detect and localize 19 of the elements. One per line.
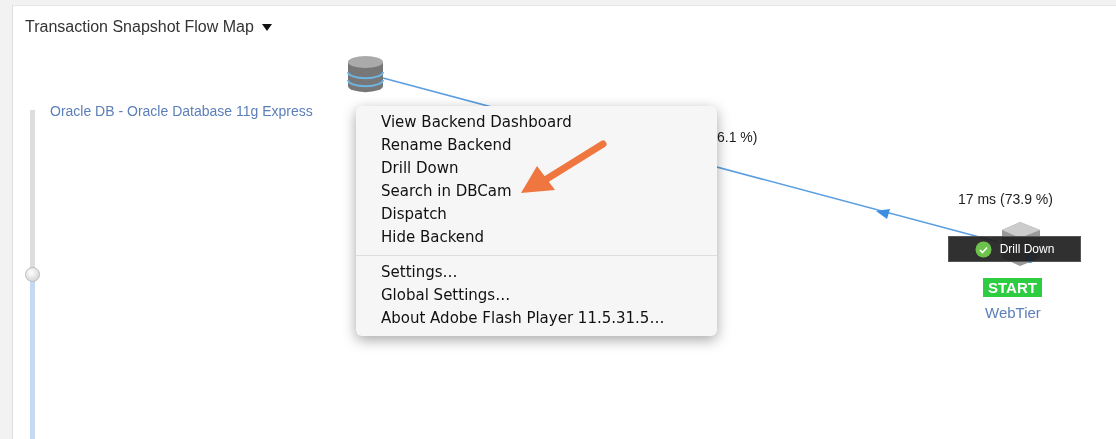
backend-label[interactable]: Oracle DB - Oracle Database 11g Express xyxy=(50,101,313,122)
menu-item[interactable]: Search in DBCam xyxy=(356,180,717,203)
dropdown-caret-icon[interactable] xyxy=(261,23,272,31)
panel-title: Transaction Snapshot Flow Map xyxy=(25,17,254,37)
tooltip-text: Drill Down xyxy=(999,241,1055,258)
edge-label: 17 ms (73.9 %) xyxy=(958,190,1053,209)
menu-item[interactable]: About Adobe Flash Player 11.5.31.5… xyxy=(356,307,717,330)
menu-item[interactable]: Settings… xyxy=(356,261,717,284)
database-icon[interactable] xyxy=(347,56,384,93)
menu-item[interactable]: Hide Backend xyxy=(356,226,717,249)
tier-label[interactable]: WebTier xyxy=(985,302,1041,325)
check-icon xyxy=(974,240,992,258)
menu-item[interactable]: View Backend Dashboard xyxy=(356,111,717,134)
menu-item[interactable]: Drill Down xyxy=(356,157,717,180)
edge-label: 6.1 %) xyxy=(717,128,758,147)
start-badge: START xyxy=(983,278,1042,297)
menu-item[interactable]: Global Settings… xyxy=(356,284,717,307)
menu-item[interactable]: Dispatch xyxy=(356,203,717,226)
menu-item[interactable]: Rename Backend xyxy=(356,134,717,157)
